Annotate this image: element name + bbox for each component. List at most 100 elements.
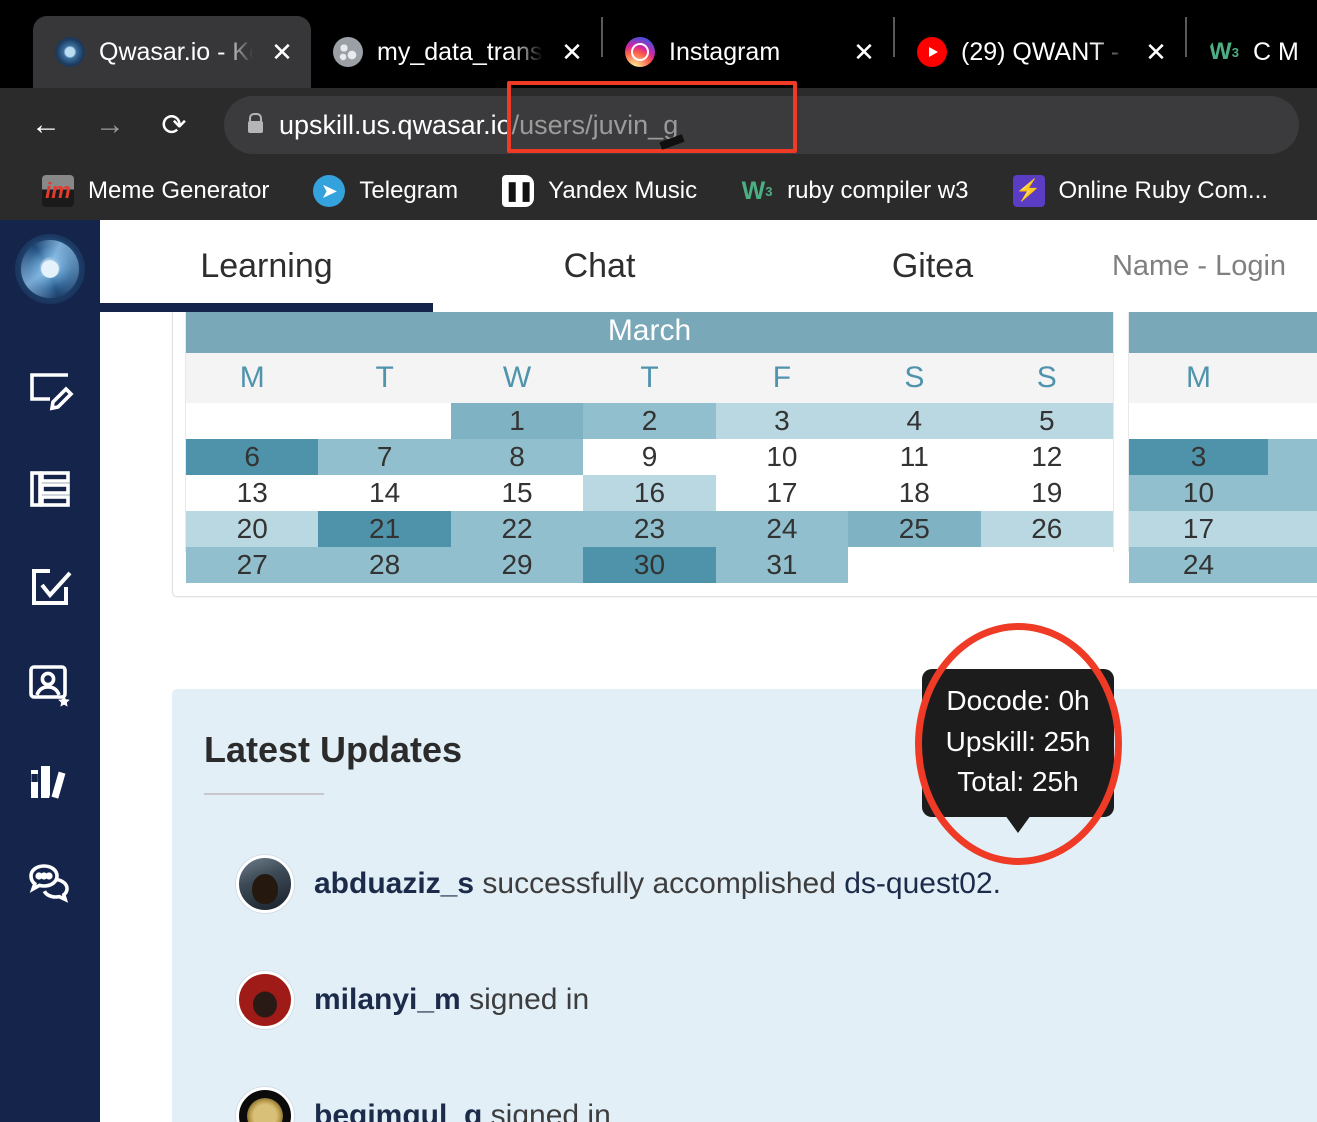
calendar-day[interactable]: 6 [186,439,319,475]
calendar-day[interactable] [980,547,1113,583]
calendar-day[interactable]: 28 [318,547,451,583]
close-icon[interactable]: ✕ [267,39,297,65]
calendar-day[interactable]: 10 [1129,475,1268,511]
update-username[interactable]: abduaziz_s [314,867,474,900]
browser-tab-0[interactable]: Qwasar.io - Ke ✕ [33,16,311,88]
reload-icon[interactable]: ⟳ [146,97,202,153]
tab-gitea[interactable]: Gitea [766,220,1099,312]
list-item[interactable]: abduaziz_s successfully accomplished ds-… [204,855,1317,913]
calendar-day[interactable]: 24 [715,511,849,547]
update-target[interactable]: ds-quest02. [844,867,1001,900]
w3schools-icon: W3 [741,176,773,205]
update-username[interactable]: begimqul_g [314,1099,482,1122]
tab-learning[interactable]: Learning [100,220,433,312]
browser-tab-title: Instagram [669,37,781,66]
weekday-header: S [980,353,1113,403]
bookmark-online-ruby-compiler[interactable]: ⚡ Online Ruby Com... [991,169,1290,213]
login-link[interactable]: Name - Login [1099,220,1299,312]
calendar-day[interactable]: 7 [318,439,451,475]
bookmark-label: Yandex Music [548,177,698,204]
calendar-day[interactable]: 15 [450,475,584,511]
close-icon[interactable]: ✕ [557,39,587,65]
calendar-day[interactable] [1268,547,1317,583]
calendar-day[interactable]: 11 [848,439,981,475]
calendar-day[interactable] [1129,403,1268,439]
qwasar-icon [55,37,85,67]
sidebar-item-library[interactable] [0,734,100,832]
calendar-day[interactable]: 5 [980,403,1113,439]
sidebar-item-chat[interactable] [0,832,100,930]
calendar-body: 3 10 17 24 [1129,403,1317,583]
calendar-day[interactable]: 19 [980,475,1113,511]
list-item[interactable]: milanyi_m signed in [204,971,1317,1029]
calendar-day[interactable]: 8 [450,439,584,475]
calendar-day[interactable] [1268,403,1317,439]
calendar-day[interactable] [1268,511,1317,547]
calendar-day[interactable]: 29 [450,547,584,583]
globe-icon [333,37,363,67]
calendar-day[interactable] [186,403,319,439]
calendar-day[interactable]: 18 [848,475,981,511]
calendar-day[interactable] [1268,439,1317,475]
weekday-header [1268,353,1317,403]
calendar-day[interactable]: 3 [715,403,849,439]
close-icon[interactable]: ✕ [849,39,879,65]
calendar-day[interactable]: 3 [1129,439,1268,475]
forward-icon[interactable]: → [82,97,138,153]
calendar-day[interactable]: 13 [186,475,319,511]
calendar-day[interactable]: 27 [186,547,319,583]
calendar-day[interactable]: 12 [980,439,1113,475]
calendar-day[interactable] [1268,475,1317,511]
calendar-week-row: 17 [1129,511,1317,547]
bookmark-meme-generator[interactable]: im Meme Generator [20,169,291,213]
browser-tab-4[interactable]: W3 C M [1187,16,1317,88]
calendar-day[interactable]: 20 [186,511,319,547]
calendar-day[interactable]: 4 [848,403,981,439]
weekday-header: T [583,353,716,403]
calendar-day[interactable]: 31 [715,547,849,583]
bookmark-yandex-music[interactable]: ❚❚ Yandex Music [480,169,719,213]
calendar-week-row: 24 [1129,547,1317,583]
avatar [236,855,294,913]
tab-chat[interactable]: Chat [433,220,766,312]
calendar-day[interactable] [318,403,451,439]
sidebar-item-curriculum[interactable] [0,440,100,538]
calendar-table: M 3 10 17 24 [1129,353,1317,583]
app-viewport: Learning Chat Gitea Name - Login March M… [0,220,1317,1122]
calendar-day[interactable]: 24 [1129,547,1268,583]
calendar-day[interactable]: 16 [583,475,716,511]
weekday-header: S [848,353,981,403]
sidebar-item-whiteboard[interactable] [0,342,100,440]
close-icon[interactable]: ✕ [1141,39,1171,65]
calendar-day[interactable]: 22 [450,511,584,547]
browser-toolbar: ← → ⟳ upskill.us.qwasar.io/users/juvin_g [0,81,1317,162]
calendar-day[interactable] [848,547,981,583]
list-view-icon [26,465,74,513]
address-bar[interactable]: upskill.us.qwasar.io/users/juvin_g [224,96,1299,154]
calendar-day[interactable]: 10 [715,439,849,475]
bookmark-telegram[interactable]: ➤ Telegram [291,169,480,213]
update-username[interactable]: milanyi_m [314,983,461,1016]
calendar-day[interactable]: 9 [583,439,716,475]
calendar-day[interactable]: 14 [318,475,451,511]
list-item[interactable]: begimqul_g signed in [204,1087,1317,1122]
calendar-day[interactable]: 30 [583,547,716,583]
calendar-day[interactable]: 23 [583,511,716,547]
qwasar-logo[interactable] [15,234,85,304]
calendar-week-row: 10 [1129,475,1317,511]
calendar-day[interactable]: 21 [318,511,451,547]
bookmark-ruby-compiler-w3[interactable]: W3 ruby compiler w3 [719,169,990,213]
calendar-day[interactable]: 17 [1129,511,1268,547]
calendar-day[interactable]: 17 [715,475,849,511]
browser-tab-3[interactable]: (29) QWANT - ✕ [895,16,1185,88]
back-icon[interactable]: ← [18,97,74,153]
sidebar-item-profile[interactable] [0,636,100,734]
calendar-day[interactable]: 2 [583,403,716,439]
calendar-day[interactable]: 26 [980,511,1113,547]
calendar-day[interactable]: 1 [450,403,584,439]
browser-tab-1[interactable]: my_data_trans ✕ [311,16,601,88]
calendar-day[interactable]: 25 [848,511,981,547]
browser-tab-2[interactable]: Instagram ✕ [603,16,893,88]
sidebar-item-tasks[interactable] [0,538,100,636]
update-text: begimqul_g signed in [314,1099,611,1122]
